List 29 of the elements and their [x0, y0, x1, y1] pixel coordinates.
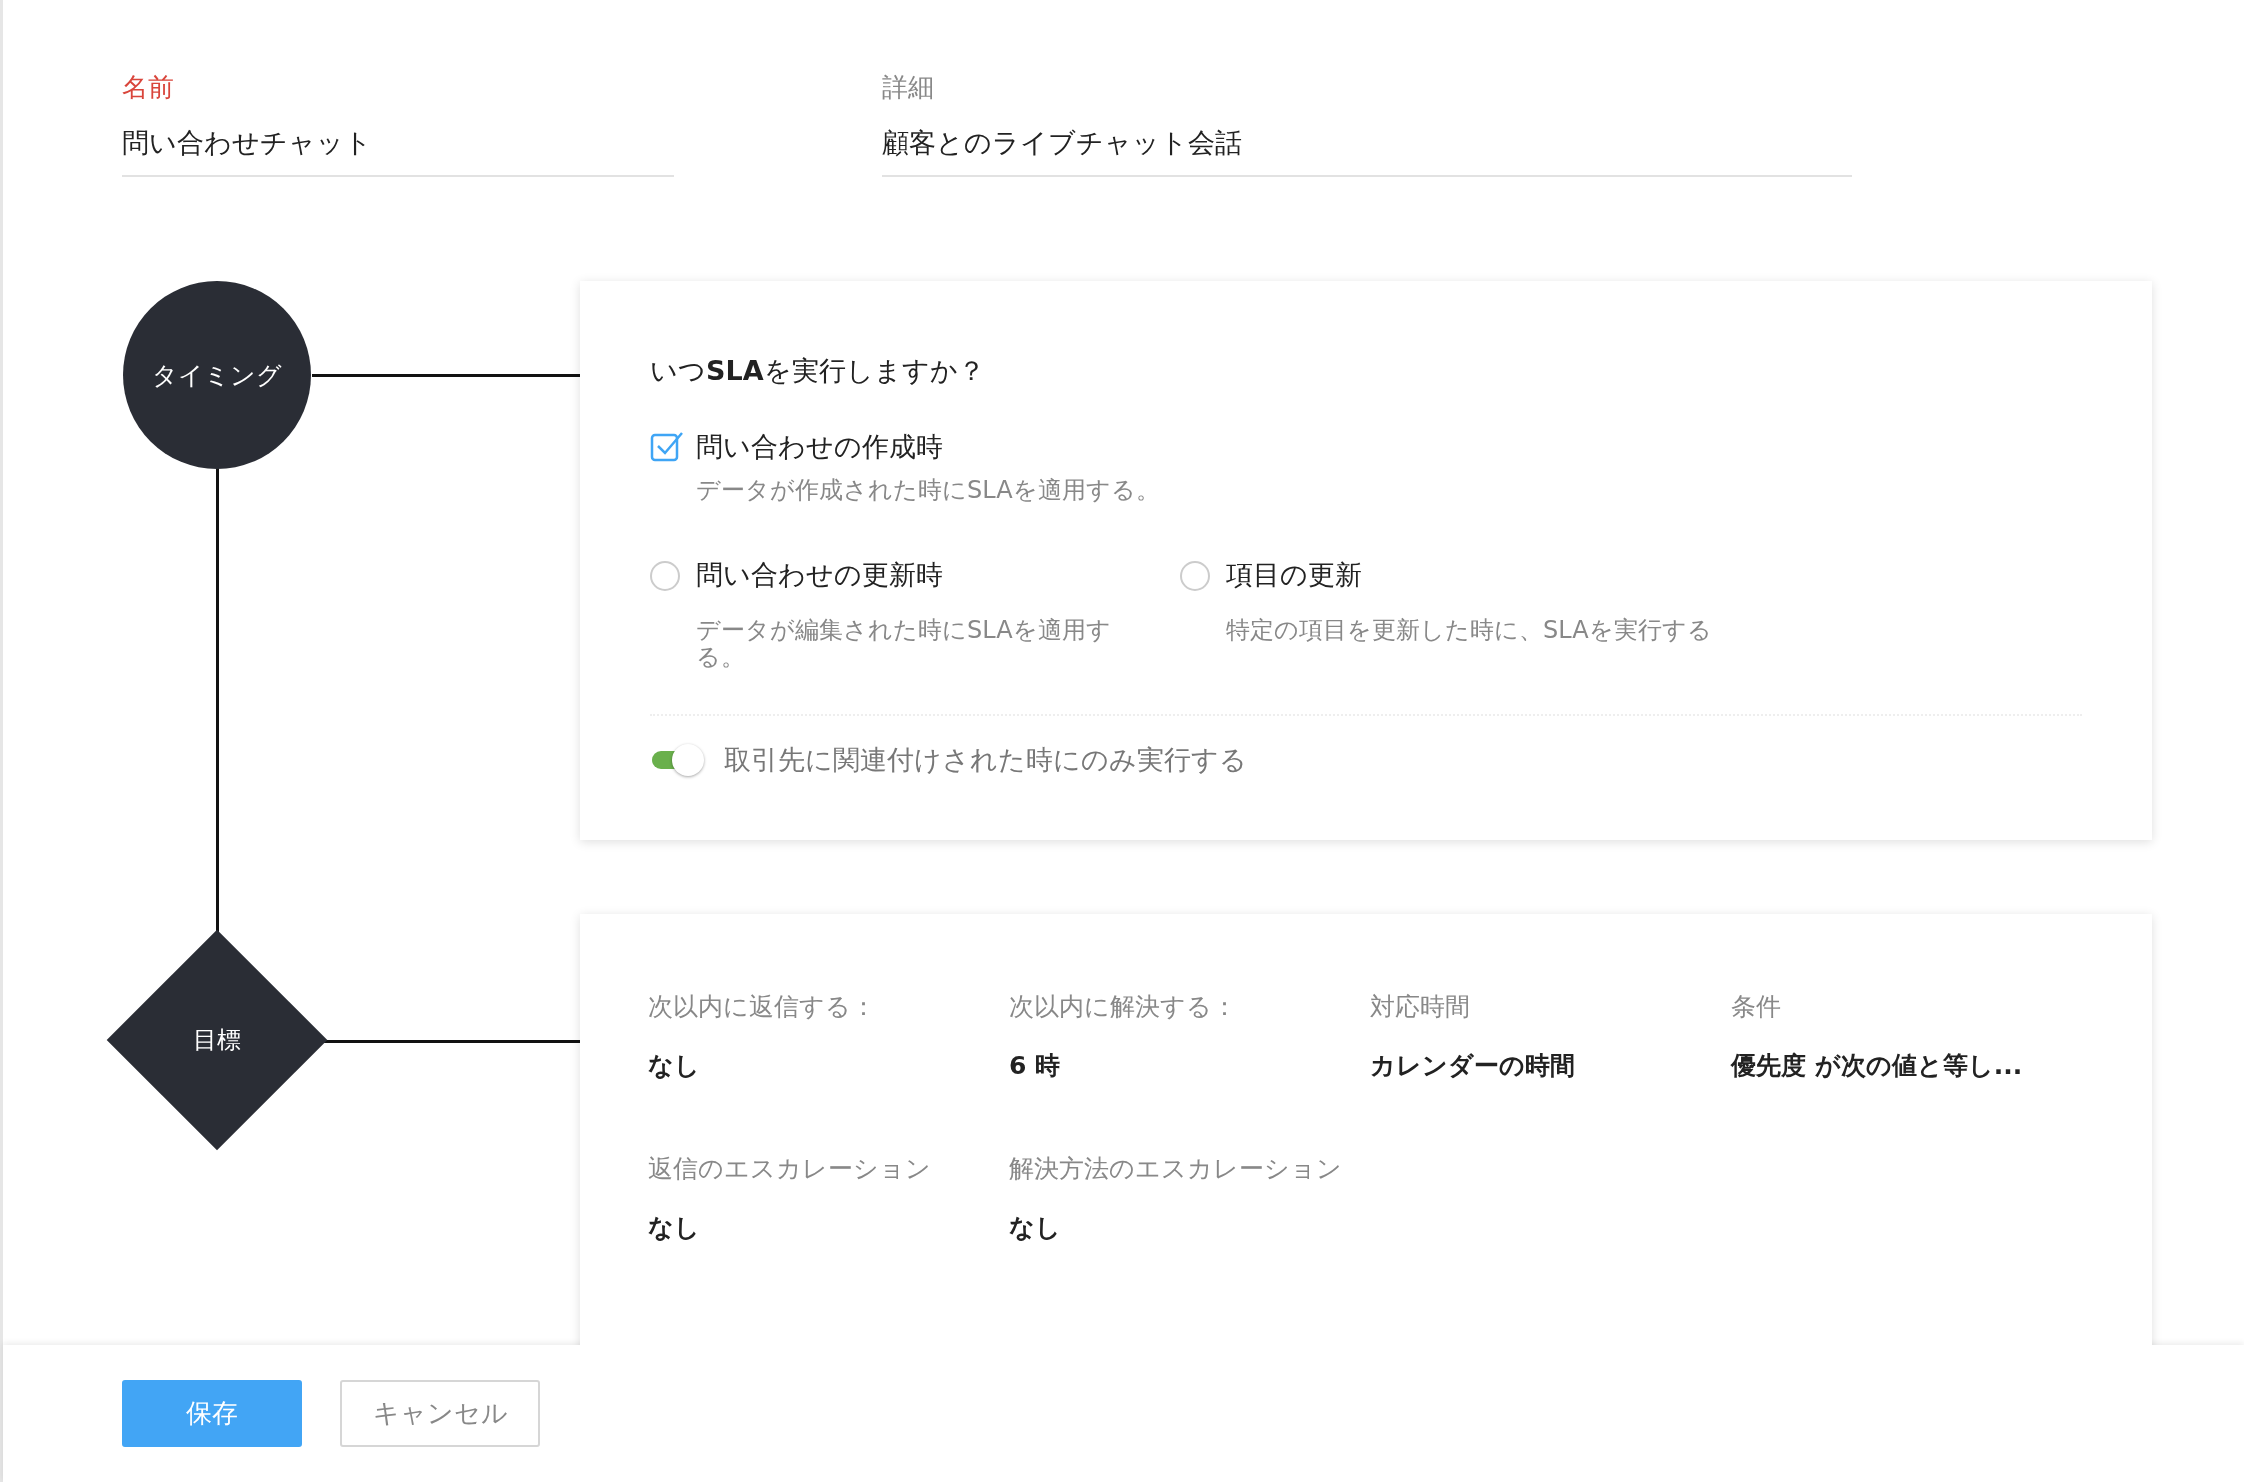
- option-label: 問い合わせの更新時: [696, 558, 944, 593]
- text-field[interactable]: 顧客とのライブチャット会話: [882, 125, 1852, 177]
- goal-node: 目標: [106, 929, 328, 1151]
- question-text: いつSLAを実行しますか？: [650, 354, 986, 388]
- goal-value: なし: [1009, 1212, 1062, 1245]
- timing-node: タイミング: [123, 281, 311, 469]
- goal-value: なし: [648, 1212, 701, 1245]
- goal-label: 返信のエスカレーション: [648, 1153, 932, 1186]
- radio-button[interactable]: [1180, 561, 1210, 592]
- goal-label: 条件: [1731, 991, 1782, 1024]
- goal-value: 6 時: [1009, 1050, 1062, 1083]
- toggle-label: 取引先に関連付けされた時にのみ実行する: [724, 743, 1247, 778]
- option-description: データが編集された時にSLAを適用する。: [696, 617, 1112, 671]
- goal-value: なし: [648, 1050, 701, 1083]
- goal-label: 対応時間: [1370, 991, 1471, 1024]
- radio-button[interactable]: [650, 561, 680, 592]
- goal-value: 優先度 が次の値と等し...: [1731, 1050, 2024, 1083]
- text-field[interactable]: 問い合わせチャット: [122, 125, 674, 177]
- option-description: データが作成された時にSLAを適用する。: [696, 477, 1160, 504]
- option-description: 特定の項目を更新した時に、SLAを実行する: [1226, 617, 1712, 644]
- goal-label: 次以内に解決する：: [1009, 991, 1238, 1024]
- field-label: 詳細: [882, 71, 935, 104]
- cancel-button[interactable]: キャンセル: [340, 1380, 540, 1447]
- option-label: 項目の更新: [1226, 558, 1363, 593]
- goal-value: カレンダーの時間: [1370, 1050, 1576, 1083]
- option-label: 問い合わせの作成時: [696, 430, 944, 464]
- goal-label: 次以内に返信する：: [648, 991, 877, 1024]
- field-label: 名前: [122, 71, 175, 104]
- goal-label: 解決方法のエスカレーション: [1009, 1153, 1343, 1186]
